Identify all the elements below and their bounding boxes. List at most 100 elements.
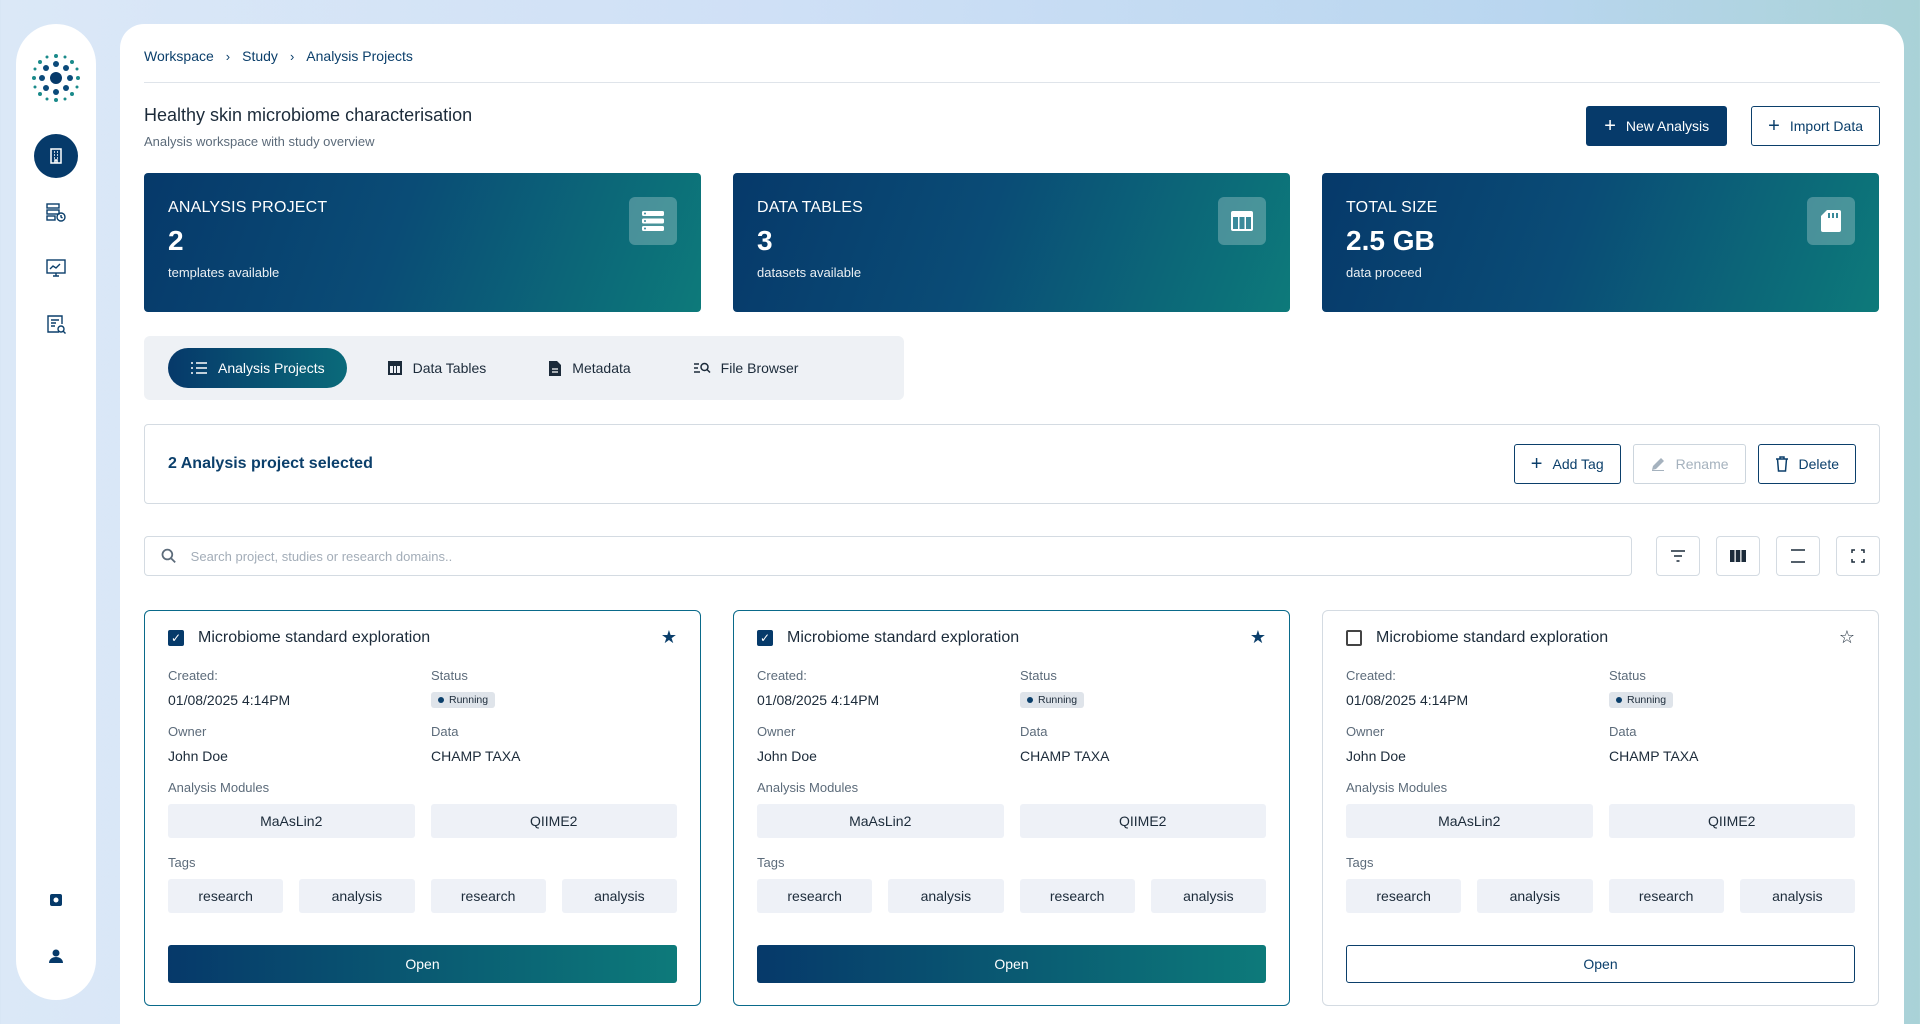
owner-label: Owner [757,724,796,739]
stat-card-total-size: TOTAL SIZE 2.5 GB data proceed [1322,173,1879,312]
data-value: CHAMP TAXA [431,748,521,764]
card-checkbox[interactable]: ✓ [168,629,184,646]
selection-count: 2 Analysis project selected [168,455,373,472]
tab-metadata[interactable]: Metadata [526,348,652,388]
tab-data-tables[interactable]: Data Tables [365,348,509,388]
card-title: Microbiome standard exploration [1376,628,1609,646]
tag-chip: research [430,879,546,913]
list-toolbar [144,536,1880,576]
status-label: Status [431,668,468,683]
breadcrumb-study[interactable]: Study [242,48,278,64]
trash-icon [1775,456,1788,472]
star-filled-icon[interactable]: ★ [661,627,677,648]
stat-value: 2.5 GB [1346,225,1435,256]
tag-chip: analysis [299,879,415,913]
new-analysis-button[interactable]: + New Analysis [1586,106,1728,146]
tab-analysis-projects[interactable]: Analysis Projects [168,348,347,388]
status-text: Running [1038,694,1078,706]
fullscreen-icon[interactable] [1836,536,1880,576]
created-value: 01/08/2025 4:14PM [1346,692,1469,708]
sidebar [16,24,96,1000]
selection-bar: 2 Analysis project selected + Add Tag Re… [144,424,1880,504]
stat-sub: data proceed [1346,265,1422,280]
add-tag-label: Add Tag [1552,456,1604,472]
card-checkbox[interactable]: ✓ [757,629,773,646]
tag-chip: research [168,879,284,913]
stat-card-analysis-project: ANALYSIS PROJECT 2 templates available [144,173,701,312]
status-badge: Running [1020,692,1085,708]
nav-dashboard-icon[interactable] [34,246,78,290]
owner-value: John Doe [168,748,228,764]
tab-label: File Browser [720,360,799,376]
user-icon[interactable] [34,934,78,978]
nav-database-icon[interactable] [34,190,78,234]
columns-icon[interactable] [1716,536,1760,576]
filter-icon[interactable] [1656,536,1700,576]
tag-chip: analysis [1739,879,1855,913]
breadcrumb: Workspace › Study › Analysis Projects [144,24,1880,83]
sd-card-icon [1807,197,1855,245]
plus-icon: + [1530,453,1543,475]
owner-value: John Doe [757,748,817,764]
open-button[interactable]: Open [757,945,1266,983]
status-badge: Running [431,692,496,708]
breadcrumb-analysis-projects[interactable]: Analysis Projects [306,48,413,64]
created-label: Created: [168,668,218,683]
document-icon [549,360,562,376]
add-tag-button[interactable]: + Add Tag [1513,444,1621,484]
card-title: Microbiome standard exploration [787,628,1020,646]
project-cards: ✓ Microbiome standard exploration ★ Crea… [144,610,1880,1006]
stats-row: ANALYSIS PROJECT 2 templates available D… [144,173,1880,312]
stat-card-data-tables: DATA TABLES 3 datasets available [733,173,1290,312]
status-badge: Running [1609,692,1674,708]
data-value: CHAMP TAXA [1020,748,1110,764]
tag-chip: analysis [561,879,677,913]
tags-label: Tags [168,855,196,870]
breadcrumb-workspace[interactable]: Workspace [144,48,214,64]
delete-label: Delete [1798,456,1839,472]
module-chip: MaAsLin2 [168,804,415,838]
tag-chip: analysis [1477,879,1593,913]
star-outline-icon[interactable]: ☆ [1839,627,1855,648]
density-icon[interactable] [1776,536,1820,576]
search-box [144,536,1632,576]
chevron-right-icon: › [225,48,231,64]
tab-label: Analysis Projects [218,360,325,376]
table-icon [1218,197,1266,245]
chevron-right-icon: › [289,48,295,64]
tab-file-browser[interactable]: File Browser [671,348,821,388]
import-data-button[interactable]: + Import Data [1751,106,1880,146]
delete-button[interactable]: Delete [1757,444,1856,484]
module-chip: QIIME2 [430,804,677,838]
created-label: Created: [1346,668,1396,683]
nav-building-icon[interactable] [34,134,78,178]
module-chip: QIIME2 [1608,804,1855,838]
status-label: Status [1020,668,1057,683]
rename-button[interactable]: Rename [1632,444,1746,484]
search-icon [161,548,176,563]
status-text: Running [449,694,489,706]
stat-sub: datasets available [757,265,862,280]
status-dot-icon [438,697,444,703]
file-search-icon [693,362,711,374]
project-card: Microbiome standard exploration ☆ Create… [1322,610,1879,1006]
stat-value: 3 [757,225,773,256]
page-subtitle: Analysis workspace with study overview [144,134,375,149]
tags-label: Tags [757,855,785,870]
view-tabs: Analysis Projects Data Tables Metadata F… [144,336,904,400]
search-input[interactable] [190,548,1615,564]
stat-label: ANALYSIS PROJECT [168,199,328,216]
star-filled-icon[interactable]: ★ [1250,627,1266,648]
data-label: Data [1609,724,1637,739]
open-button[interactable]: Open [168,945,677,983]
settings-icon[interactable] [34,878,78,922]
nav-report-search-icon[interactable] [34,302,78,346]
project-card: ✓ Microbiome standard exploration ★ Crea… [144,610,701,1006]
open-button[interactable]: Open [1346,945,1855,983]
status-dot-icon [1616,697,1622,703]
table-icon [387,361,402,375]
card-checkbox[interactable] [1346,629,1362,646]
tags-label: Tags [1346,855,1374,870]
stat-sub: templates available [168,265,280,280]
app-logo [32,54,80,102]
